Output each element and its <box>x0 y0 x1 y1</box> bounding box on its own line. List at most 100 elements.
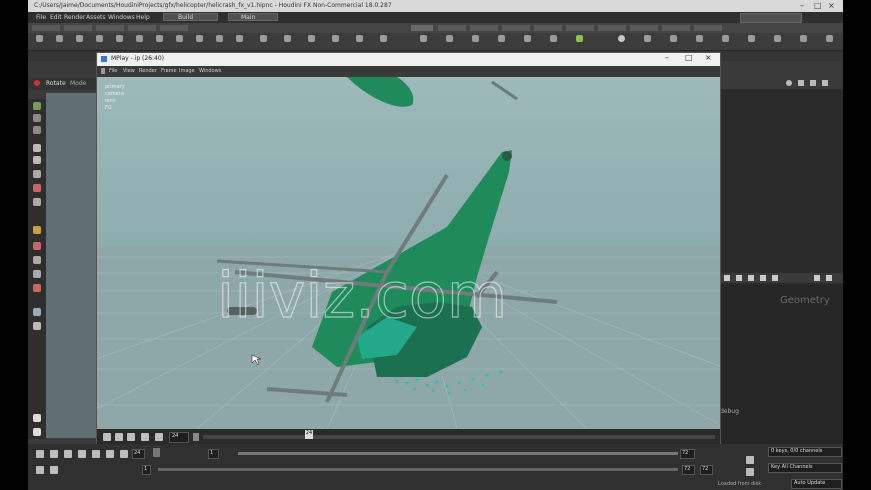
shelf-tool-icon[interactable] <box>800 35 807 42</box>
shelf-tool-icon[interactable] <box>216 35 223 42</box>
shelf-tab[interactable] <box>96 25 124 31</box>
current-frame-field[interactable]: 24 <box>169 432 189 443</box>
shelf-tool-icon[interactable] <box>550 35 557 42</box>
realtime-icon[interactable] <box>120 450 128 458</box>
minimize-icon[interactable]: – <box>800 1 804 10</box>
step-back-icon[interactable] <box>115 433 123 441</box>
play-stop-icon[interactable] <box>64 450 72 458</box>
shelf-tab[interactable] <box>566 25 594 31</box>
shelf-tool-icon[interactable] <box>618 35 625 42</box>
fps-field[interactable]: 24 <box>132 449 145 459</box>
menu-edit[interactable]: Edit <box>50 14 62 21</box>
viewport-layout-icon[interactable] <box>33 428 41 436</box>
key-all-channels-button[interactable]: Key All Channels <box>768 463 842 473</box>
shelf-tool-icon[interactable] <box>644 35 651 42</box>
shelf-tool-icon[interactable] <box>96 35 103 42</box>
shelf-tool-icon[interactable] <box>76 35 83 42</box>
shelf-tool-icon[interactable] <box>826 35 833 42</box>
shelf-tab[interactable] <box>694 25 722 31</box>
stop-icon[interactable] <box>127 433 135 441</box>
range-end-field[interactable]: 72 <box>682 465 695 475</box>
mplay-close-icon[interactable]: × <box>705 53 712 62</box>
desktop-build-menu[interactable]: Build <box>163 13 218 21</box>
shelf-tab[interactable] <box>64 25 92 31</box>
shelf-tab-lights[interactable] <box>411 25 433 31</box>
shelf-tool-icon[interactable] <box>116 35 123 42</box>
tab-rotate[interactable]: Rotate <box>46 80 66 87</box>
network-tool-icon[interactable] <box>772 275 778 281</box>
network-tool-icon[interactable] <box>760 275 766 281</box>
rotate-tool-icon[interactable] <box>33 126 41 134</box>
shelf-tab[interactable] <box>662 25 690 31</box>
shelf-tool-icon[interactable] <box>524 35 531 42</box>
view-tool-icon[interactable] <box>33 170 41 178</box>
menu-windows[interactable]: Windows <box>108 14 135 21</box>
handle-tool-icon[interactable] <box>33 156 41 164</box>
shelf-tab[interactable] <box>630 25 658 31</box>
main-desk-menu[interactable] <box>740 13 802 23</box>
record-icon[interactable] <box>34 80 40 86</box>
shelf-tool-icon[interactable] <box>36 35 43 42</box>
loop-icon[interactable] <box>106 450 114 458</box>
frame-range-slider[interactable] <box>158 468 678 471</box>
shelf-tool-icon[interactable] <box>156 35 163 42</box>
shelf-tab[interactable] <box>470 25 498 31</box>
mplay-timeline-track[interactable] <box>203 435 715 439</box>
shelf-tab[interactable] <box>534 25 562 31</box>
go-end-icon[interactable] <box>155 433 163 441</box>
select-tool-icon[interactable] <box>33 102 41 110</box>
shelf-tool-icon[interactable] <box>774 35 781 42</box>
play-back-start-icon[interactable] <box>36 450 44 458</box>
mplay-menu-render[interactable]: Render <box>139 68 157 74</box>
range-start-field[interactable]: 1 <box>142 465 151 475</box>
network-editor[interactable]: Geometry debug <box>718 273 843 445</box>
shelf-tool-icon[interactable] <box>472 35 479 42</box>
mplay-menu-file[interactable]: File <box>109 68 117 74</box>
play-back-step-icon[interactable] <box>50 450 58 458</box>
menu-assets[interactable]: Assets <box>86 14 106 21</box>
auto-update-menu[interactable]: Auto Update <box>791 479 842 489</box>
shelf-tool-icon[interactable] <box>308 35 315 42</box>
shelf-tab[interactable] <box>598 25 626 31</box>
light-tool-icon[interactable] <box>33 226 41 234</box>
pose-tool-icon[interactable] <box>33 144 41 152</box>
key-all-icon[interactable] <box>746 456 754 464</box>
shelf-tool-icon[interactable] <box>176 35 183 42</box>
expand-icon[interactable] <box>822 80 828 86</box>
help-icon[interactable] <box>810 80 816 86</box>
shelf-tab[interactable] <box>160 25 188 31</box>
shelf-tool-icon[interactable] <box>576 35 583 42</box>
desktop-main-menu[interactable]: Main <box>228 13 278 21</box>
menu-help[interactable]: Help <box>136 14 150 21</box>
brush-tool-icon[interactable] <box>33 198 41 206</box>
close-icon[interactable]: × <box>828 1 835 10</box>
menu-render[interactable]: Render <box>64 14 85 21</box>
shelf-tool-icon[interactable] <box>380 35 387 42</box>
mplay-menu-view[interactable]: View <box>123 68 135 74</box>
shelf-tool-icon[interactable] <box>260 35 267 42</box>
shelf-tool-icon[interactable] <box>722 35 729 42</box>
shelf-tab[interactable] <box>502 25 530 31</box>
shelf-tool-icon[interactable] <box>498 35 505 42</box>
tab-mode[interactable]: Mode <box>70 80 86 87</box>
display-options-icon[interactable] <box>33 414 41 422</box>
shelf-tab[interactable] <box>128 25 156 31</box>
drop-tool-icon[interactable] <box>33 284 41 292</box>
mplay-menu-frame[interactable]: Frame <box>161 68 177 74</box>
keys-channels-menu[interactable]: 0 keys, 0/0 channels <box>768 447 842 457</box>
shelf-tool-icon[interactable] <box>284 35 291 42</box>
shelf-tool-icon[interactable] <box>236 35 243 42</box>
network-tool-icon[interactable] <box>724 275 730 281</box>
ghost-tool-icon[interactable] <box>33 322 41 330</box>
shelf-tool-icon[interactable] <box>748 35 755 42</box>
shelf-tool-icon[interactable] <box>332 35 339 42</box>
global-end-field[interactable]: 72 <box>700 465 713 475</box>
shelf-tool-icon[interactable] <box>420 35 427 42</box>
render-viewport[interactable]: primary camera lens FG iiiviz.com <box>97 77 720 429</box>
play-end-icon[interactable] <box>92 450 100 458</box>
maximize-icon[interactable]: □ <box>814 1 822 10</box>
shelf-tab[interactable] <box>32 25 60 31</box>
pin-icon[interactable] <box>798 80 804 86</box>
network-tool-icon[interactable] <box>814 275 820 281</box>
move-tool-icon[interactable] <box>33 114 41 122</box>
